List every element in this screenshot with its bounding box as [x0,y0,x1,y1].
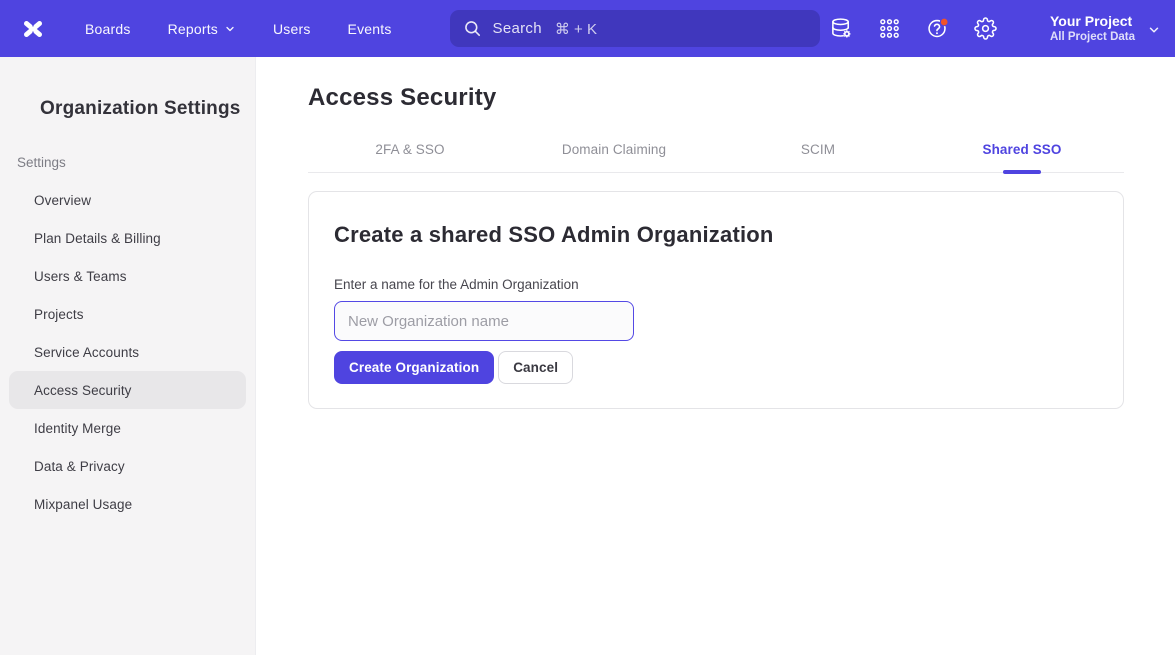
project-labels: Your Project All Project Data [1050,13,1135,44]
project-name: Your Project [1050,13,1135,30]
create-shared-sso-card: Create a shared SSO Admin Organization E… [308,191,1124,409]
sidebar-item-plan-details-billing[interactable]: Plan Details & Billing [9,219,246,257]
org-name-label: Enter a name for the Admin Organization [334,276,1098,293]
chevron-down-icon [224,23,236,35]
search-input[interactable]: Search ⌘ + K [450,10,820,47]
nav-item-label: Users [273,21,311,37]
tab-shared-sso[interactable]: Shared SSO [920,142,1124,172]
search-placeholder: Search [493,20,542,37]
sidebar-title: Organization Settings [40,97,255,121]
sidebar-item-projects[interactable]: Projects [9,295,246,333]
access-security-tabs: 2FA & SSO Domain Claiming SCIM Shared SS… [308,142,1124,173]
search-shortcut: ⌘ + K [555,20,597,38]
settings-gear-icon[interactable] [974,17,997,40]
primary-nav: Boards Reports Users Events [85,21,392,37]
sidebar-item-service-accounts[interactable]: Service Accounts [9,333,246,371]
project-selector[interactable]: Your Project All Project Data [1050,13,1159,44]
sidebar-item-overview[interactable]: Overview [9,181,246,219]
nav-item-users[interactable]: Users [273,21,311,37]
apps-grid-icon[interactable] [878,17,901,40]
tab-scim[interactable]: SCIM [716,142,920,172]
help-icon[interactable] [926,17,949,40]
tab-2fa-sso[interactable]: 2FA & SSO [308,142,512,172]
card-title: Create a shared SSO Admin Organization [334,222,1098,248]
sidebar-items: Overview Plan Details & Billing Users & … [0,181,255,523]
nav-item-reports[interactable]: Reports [168,21,236,37]
sidebar-section-label: Settings [17,154,255,171]
create-organization-button[interactable]: Create Organization [334,351,494,384]
navbar-actions: Your Project All Project Data [830,13,1159,44]
page-title: Access Security [308,84,1124,112]
sidebar-item-data-privacy[interactable]: Data & Privacy [9,447,246,485]
settings-sidebar: Organization Settings Settings Overview … [0,57,256,655]
nav-item-label: Events [348,21,392,37]
nav-item-label: Boards [85,21,131,37]
sidebar-item-access-security[interactable]: Access Security [9,371,246,409]
sidebar-item-mixpanel-usage[interactable]: Mixpanel Usage [9,485,246,523]
search-icon [463,19,482,38]
main-content: Access Security 2FA & SSO Domain Claimin… [256,57,1175,655]
nav-item-boards[interactable]: Boards [85,21,131,37]
org-name-input[interactable] [334,301,634,341]
nav-item-events[interactable]: Events [348,21,392,37]
card-actions: Create Organization Cancel [334,351,1098,384]
mixpanel-logo-icon[interactable] [18,14,48,44]
sidebar-item-identity-merge[interactable]: Identity Merge [9,409,246,447]
top-navbar: Boards Reports Users Events Search ⌘ + K [0,0,1175,57]
cancel-button[interactable]: Cancel [498,351,573,384]
project-scope: All Project Data [1050,30,1135,44]
chevron-down-icon [1147,23,1159,35]
nav-item-label: Reports [168,21,218,37]
tab-domain-claiming[interactable]: Domain Claiming [512,142,716,172]
data-management-icon[interactable] [830,17,853,40]
sidebar-item-users-teams[interactable]: Users & Teams [9,257,246,295]
